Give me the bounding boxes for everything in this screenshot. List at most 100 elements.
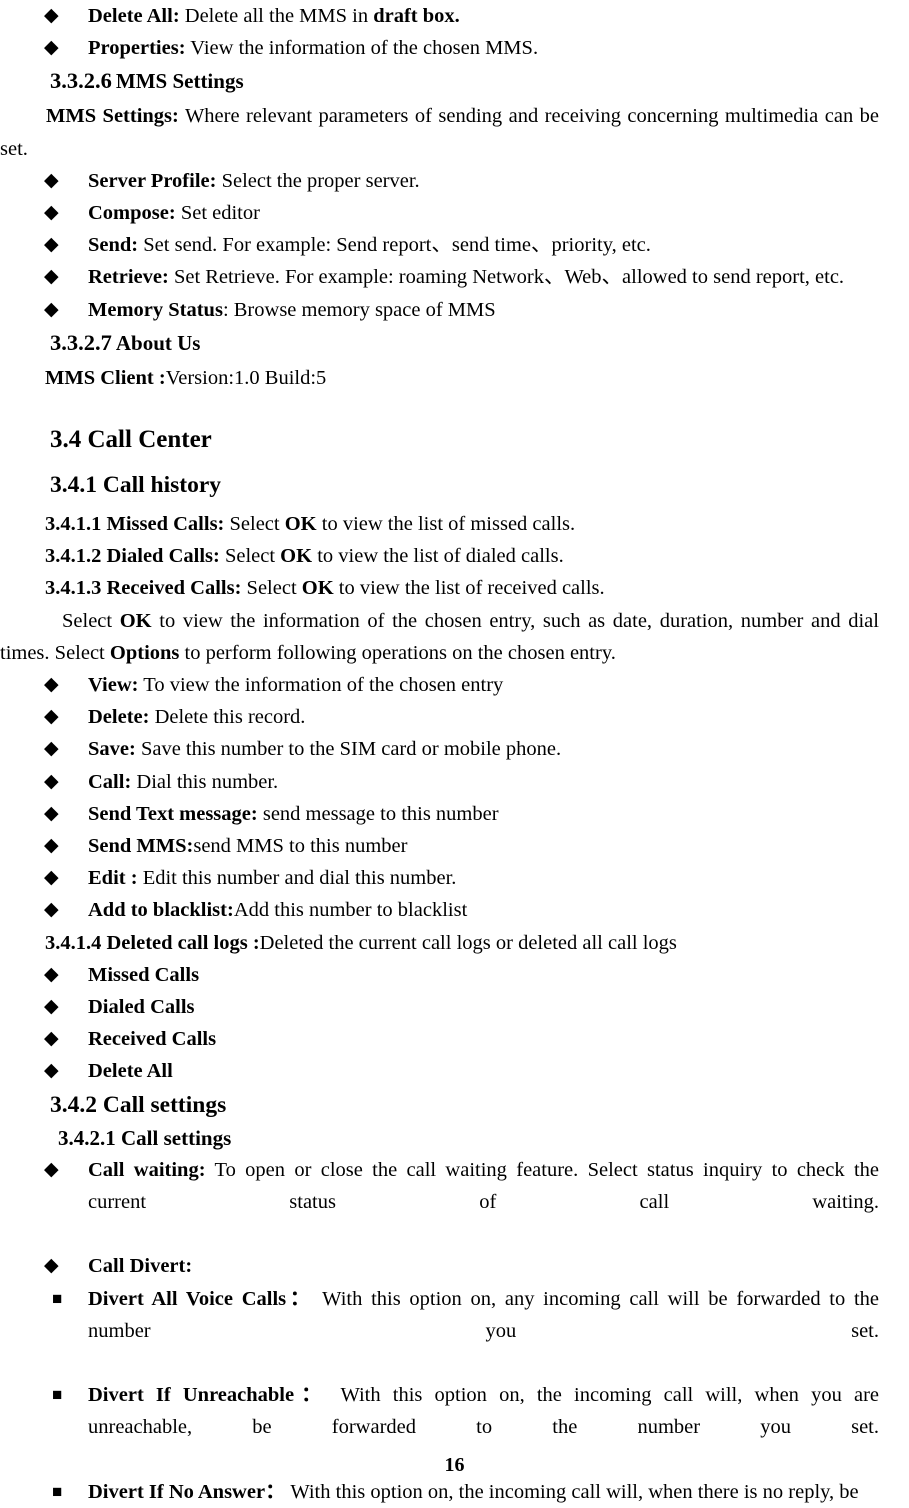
entry-pre-text: Select [224,513,285,536]
list-item: ◆ Server Profile: Select the proper serv… [0,165,893,197]
list-item-label: Properties: [88,37,186,60]
list-item-label: Delete All: [88,5,180,27]
call-history-entry: 3.4.1.3 Received Calls: Select OK to vie… [0,572,893,604]
list-item-text: With this option on, the incoming call w… [285,1480,859,1503]
list-item-label: Received Calls [88,1028,217,1051]
mms-client-label: MMS Client : [45,366,166,389]
square-bullet-icon: ■ [52,1481,63,1501]
list-item-call-divert: ◆ Call Divert: [0,1250,893,1282]
list-item: ◆ Delete All: Delete all the MMS in draf… [0,0,893,32]
diamond-bullet-icon: ◆ [44,298,59,320]
list-item: ◆ Send MMS:send MMS to this number [0,830,893,862]
entry-key-label: OK [301,577,334,600]
list-item-text: Save this number to the SIM card or mobi… [135,738,562,761]
list-item-label: Retrieve: [88,266,169,289]
entry-post-text: to view the list of missed calls. [316,513,576,536]
list-item-text: send MMS to this number [193,835,408,858]
list-item: ◆ Retrieve: Set Retrieve. For example: r… [0,261,893,293]
list-item: ■ Divert All Voice Calls： With this opti… [0,1283,893,1380]
list-item-text: Edit this number and dial this number. [137,867,457,890]
diamond-bullet-icon: ◆ [44,802,59,824]
mms-client-value: Version:1.0 Build:5 [165,366,327,389]
diamond-bullet-icon: ◆ [44,996,59,1018]
list-item: ◆ Edit : Edit this number and dial this … [0,862,893,894]
call-waiting-text: To open or close the call waiting featur… [205,1158,574,1181]
deleted-call-logs-label: 3.4.1.4 Deleted call logs : [45,931,260,954]
list-item-text: send message to this number [257,802,499,825]
call-history-entry: 3.4.1.2 Dialed Calls: Select OK to view … [0,540,893,572]
page-number: 16 [444,1454,465,1476]
list-item: ◆ Delete All [0,1055,893,1087]
mms-settings-intro-label: MMS Settings: [46,105,179,128]
entry-number-label: 3.4.1.2 Dialed Calls: [45,545,220,568]
list-item: ◆ Save: Save this number to the SIM card… [0,733,893,765]
paragraph-text: Select [62,609,120,632]
document-page: ◆ Delete All: Delete all the MMS in draf… [0,0,909,1503]
diamond-bullet-icon: ◆ [44,169,59,191]
list-item-colon: ： [286,1287,314,1310]
call-history-paragraph: Select OK to view the information of the… [0,605,893,669]
paragraph-key-options: Options [109,641,180,664]
diamond-bullet-icon: ◆ [44,835,59,857]
list-item-label: Delete All [88,1060,173,1083]
heading-title: About Us [115,330,201,355]
diamond-bullet-icon: ◆ [44,5,59,26]
list-item-label: Dialed Calls [88,996,195,1019]
heading-call-settings: 3.4.2 Call settings [50,1091,227,1118]
diamond-bullet-icon: ◆ [44,770,59,792]
list-item-text: Set editor [175,202,260,225]
list-item-label: Send MMS: [88,835,194,858]
entry-post-text: to view the list of received calls. [333,577,605,600]
list-item: ◆ Add to blacklist:Add this number to bl… [0,894,893,926]
list-item-text: Delete this record. [149,706,306,729]
list-item: ◆ Missed Calls [0,959,893,991]
diamond-bullet-icon: ◆ [44,202,59,224]
square-bullet-icon: ■ [52,1385,63,1405]
diamond-bullet-icon: ◆ [44,963,59,985]
list-item-text: Delete all the MMS in [179,5,374,27]
list-item-text: View the information of the chosen MMS. [185,37,539,60]
list-item-label: Edit : [88,867,138,890]
diamond-bullet-icon: ◆ [44,867,59,889]
list-item: ◆ Received Calls [0,1023,893,1055]
deleted-call-logs-text: Deleted the current call logs or deleted… [259,931,677,954]
call-history-entry: 3.4.1.1 Missed Calls: Select OK to view … [0,508,893,540]
subheading-call-settings: 3.4.2.1 Call settings [58,1125,232,1150]
heading-about-us: 3.3.2.7 About Us [0,326,893,362]
entry-pre-text: Select [219,545,281,568]
mms-client-version-line: MMS Client :Version:1.0 Build:5 [0,362,893,394]
call-divert-label: Call Divert: [88,1255,193,1278]
list-item-text: Select the proper server. [216,169,420,192]
diamond-bullet-icon: ◆ [44,1255,59,1277]
heading-call-history: 3.4.1 Call history [50,472,222,499]
call-history-options-list: ◆ View: To view the information of the c… [0,669,893,927]
paragraph-key-ok: OK [119,609,152,632]
deleted-call-logs-list: ◆ Missed Calls ◆ Dialed Calls ◆ Received… [0,959,893,1088]
list-item-label: Missed Calls [88,963,200,986]
diamond-bullet-icon: ◆ [44,706,59,728]
list-item: ◆ Dialed Calls [0,991,893,1023]
list-item-label: Divert If No Answer [88,1480,266,1503]
list-item-call-waiting: ◆ Call waiting: To open or close the cal… [0,1154,893,1251]
diamond-bullet-icon: ◆ [44,1028,59,1050]
list-item-label: Server Profile: [88,169,217,192]
call-history-entries: 3.4.1.1 Missed Calls: Select OK to view … [0,508,893,605]
list-item-label: Save: [88,738,136,761]
list-item: ◆ Compose: Set editor [0,197,893,229]
list-item-text: : Browse memory space of MMS [222,298,496,321]
list-item: ■ Divert If No Answer： With this option … [0,1476,893,1508]
entry-key-label: OK [280,545,313,568]
entry-number-label: 3.4.1.3 Received Calls: [45,577,242,600]
diamond-bullet-icon: ◆ [44,1158,59,1180]
list-item: ◆ Delete: Delete this record. [0,701,893,733]
list-item-colon: ： [265,1480,286,1503]
deleted-call-logs-line: 3.4.1.4 Deleted call logs :Deleted the c… [0,927,893,959]
heading-number: 3.3.2.6 [50,68,112,94]
list-item-label: Memory Status [88,298,223,321]
list-item: ◆ Send Text message: send message to thi… [0,798,893,830]
list-item-colon: ： [294,1384,329,1407]
list-item: ◆ Send: Set send. For example: Send repo… [0,229,893,261]
diamond-bullet-icon: ◆ [44,234,59,256]
diamond-bullet-icon: ◆ [44,37,59,59]
list-item-label: Send Text message: [88,802,258,825]
